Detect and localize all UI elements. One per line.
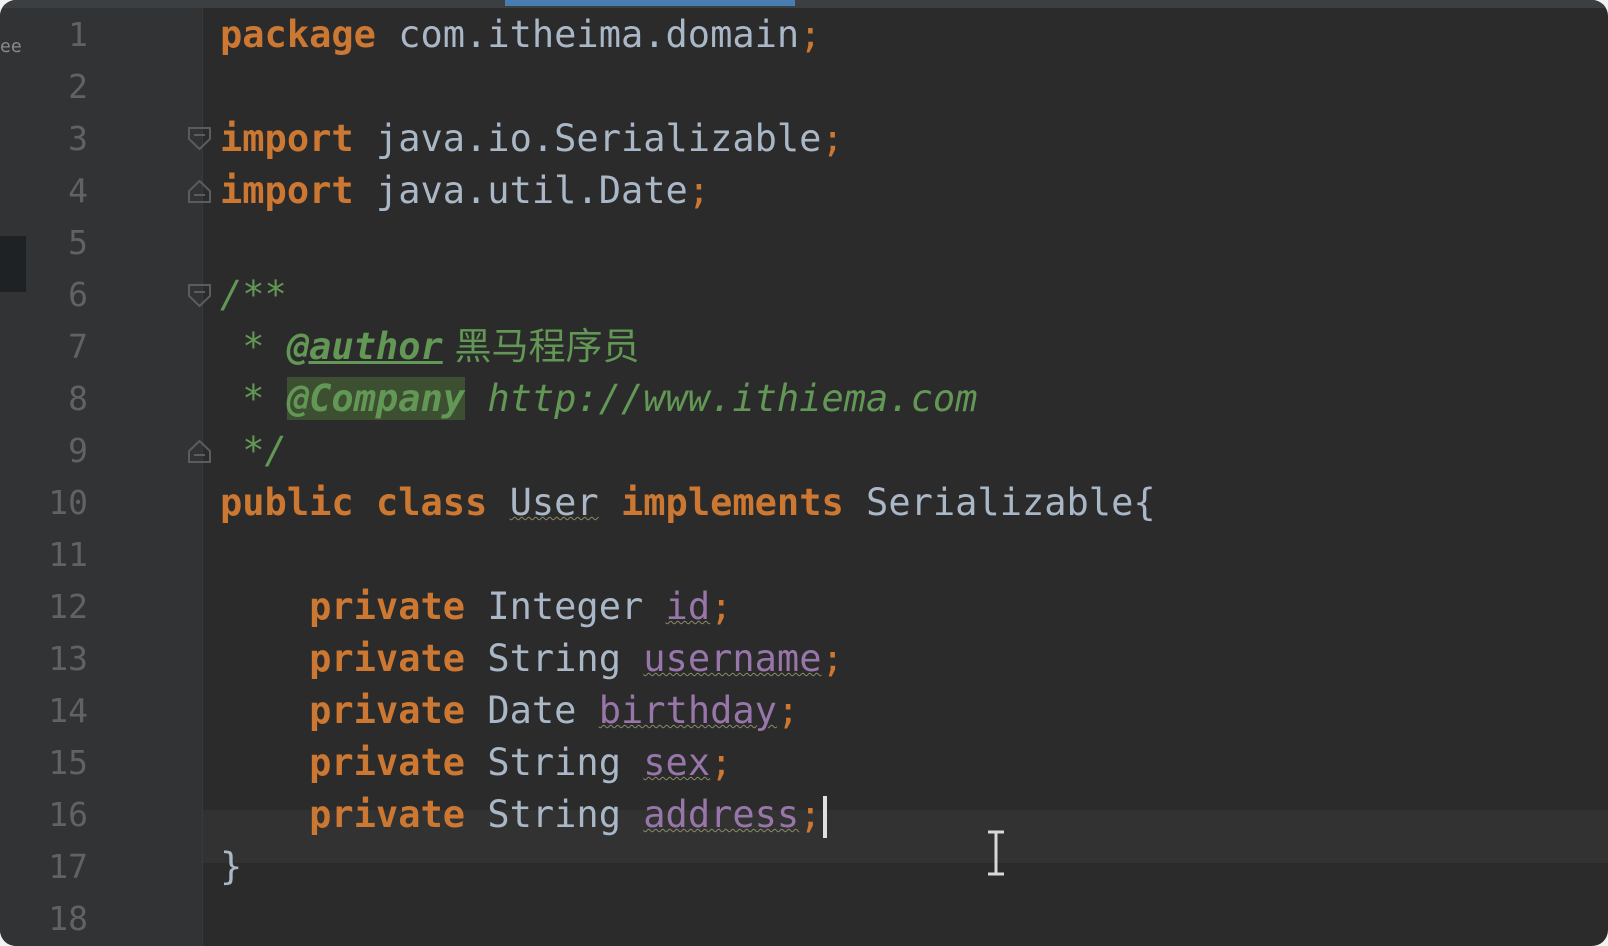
keyword-private: private	[309, 689, 466, 732]
code-line-16[interactable]: private String address;	[220, 788, 828, 841]
field-name: username	[643, 637, 822, 680]
semicolon: ;	[799, 793, 822, 836]
line-number: 4	[68, 171, 88, 210]
code-editor-window: ee 1 2 3 4 5 6 7 8 9 10 11 12 13 14 15 1…	[0, 0, 1608, 946]
code-line-12[interactable]: private Integer id;	[220, 580, 732, 633]
import-path: java.io.Serializable	[353, 117, 822, 160]
semicolon: ;	[710, 585, 733, 628]
code-line-10[interactable]: public class User implements Serializabl…	[220, 476, 1156, 529]
active-tab-indicator[interactable]	[505, 0, 795, 6]
keyword-private: private	[309, 793, 466, 836]
line-number: 11	[48, 535, 88, 574]
keyword-private: private	[309, 637, 466, 680]
line-number: 16	[48, 795, 88, 834]
keyword-public: public	[220, 481, 354, 524]
line-number: 18	[48, 899, 88, 938]
line-number: 1	[68, 15, 88, 54]
field-type: String	[487, 793, 621, 836]
field-type: Integer	[487, 585, 644, 628]
line-number: 15	[48, 743, 88, 782]
package-name: com.itheima.domain	[375, 13, 800, 56]
line-number: 14	[48, 691, 88, 730]
line-number: 5	[68, 223, 88, 262]
tool-window-label[interactable]: ee	[0, 36, 22, 57]
keyword: import	[220, 169, 354, 212]
import-path: java.util.Date	[353, 169, 688, 212]
class-name: User	[509, 481, 599, 524]
fold-collapse-icon[interactable]	[186, 282, 213, 309]
ibeam-cursor-icon	[988, 830, 1004, 876]
tool-window-panel[interactable]	[0, 236, 26, 292]
keyword-class: class	[375, 481, 488, 524]
line-number: 17	[48, 847, 88, 886]
line-number: 7	[68, 327, 88, 366]
code-line-15[interactable]: private String sex;	[220, 736, 732, 789]
semicolon: ;	[776, 689, 800, 732]
line-number: 8	[68, 379, 88, 418]
line-number: 10	[48, 483, 88, 522]
editor-tab-bar	[0, 0, 1608, 8]
semicolon: ;	[821, 117, 844, 160]
javadoc-author-tag: @author	[286, 325, 443, 368]
line-number: 3	[68, 119, 88, 158]
text-caret	[823, 795, 828, 838]
code-line-3[interactable]: import java.io.Serializable;	[220, 112, 844, 165]
field-type: Date	[487, 689, 577, 732]
line-number: 9	[68, 431, 88, 470]
code-line-9[interactable]: */	[220, 424, 287, 477]
code-line-7[interactable]: * @author 黑马程序员	[220, 320, 640, 373]
code-line-17[interactable]: }	[220, 840, 242, 893]
code-line-13[interactable]: private String username;	[220, 632, 844, 685]
interface-name: Serializable	[866, 481, 1134, 524]
keyword-implements: implements	[621, 481, 844, 524]
field-name: sex	[643, 741, 711, 784]
field-type: String	[487, 637, 621, 680]
javadoc-author-text: 黑马程序员	[442, 325, 640, 368]
line-number: 13	[48, 639, 88, 678]
line-number: 6	[68, 275, 88, 314]
javadoc-star: *	[220, 325, 287, 368]
line-number: 12	[48, 587, 88, 626]
javadoc-close: */	[220, 429, 287, 472]
fold-expand-end-icon[interactable]	[186, 438, 213, 465]
line-number: 2	[68, 67, 88, 106]
javadoc-company-url: http://www.ithiema.com	[465, 377, 978, 420]
field-name: id	[665, 585, 711, 628]
javadoc-star: *	[220, 377, 287, 420]
semicolon: ;	[710, 741, 733, 784]
keyword: import	[220, 117, 354, 160]
fold-collapse-icon[interactable]	[186, 125, 213, 152]
close-brace: }	[220, 845, 243, 888]
field-name: birthday	[598, 689, 777, 732]
tool-window-strip: ee	[0, 8, 26, 946]
keyword-private: private	[309, 741, 466, 784]
semicolon: ;	[687, 169, 711, 212]
javadoc-company-tag: @Company	[286, 377, 466, 420]
code-line-14[interactable]: private Date birthday;	[220, 684, 799, 737]
semicolon: ;	[799, 13, 822, 56]
semicolon: ;	[821, 637, 844, 680]
field-type: String	[487, 741, 621, 784]
field-name: address	[643, 793, 800, 836]
code-line-1[interactable]: package com.itheima.domain;	[220, 8, 821, 61]
code-line-4[interactable]: import java.util.Date;	[220, 164, 710, 217]
code-line-6[interactable]: /**	[220, 268, 287, 321]
javadoc-open: /**	[220, 273, 287, 316]
open-brace: {	[1133, 481, 1156, 524]
keyword-private: private	[309, 585, 466, 628]
keyword: package	[220, 13, 376, 56]
fold-expand-end-icon[interactable]	[186, 178, 213, 205]
code-line-8[interactable]: * @Company http://www.ithiema.com	[220, 372, 977, 425]
